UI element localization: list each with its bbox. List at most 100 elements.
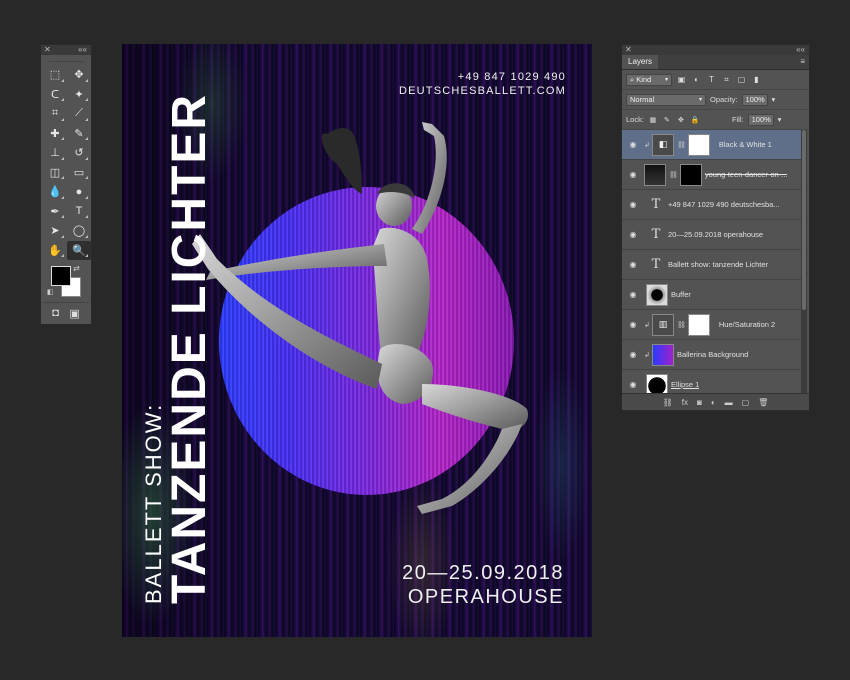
eye-icon[interactable]: ◉ [622, 290, 644, 299]
magic-wand-tool-icon[interactable]: ✦ [67, 85, 91, 105]
layer-name: 20—25.09.2018 operahouse [668, 230, 764, 239]
layer-row[interactable]: ◉ ↲ ▥ ⛓ Hue/Saturation 2 [622, 310, 801, 340]
trash-icon[interactable]: 🗑 [758, 398, 768, 407]
layer-name: Ballerina Background [677, 350, 749, 359]
tab-layers[interactable]: Layers [622, 55, 659, 69]
layer-row[interactable]: ◉ ↲ Ballerina Background [622, 340, 801, 370]
pixel-filter-icon[interactable]: ▣ [676, 74, 687, 85]
smartobject-filter-icon[interactable]: ▢ [736, 74, 747, 85]
fill-value: 100% [751, 115, 771, 124]
type-tool-icon[interactable]: T [67, 202, 91, 222]
eyedropper-tool-icon[interactable]: ⟋ [67, 104, 91, 124]
link-layers-icon[interactable]: ⛓ [663, 398, 673, 407]
fill-input[interactable]: 100% [747, 113, 774, 126]
hand-tool-icon[interactable]: ✋ [43, 241, 67, 261]
eye-icon[interactable]: ◉ [622, 200, 644, 209]
swap-colors-icon[interactable]: ⇄ [73, 264, 80, 273]
eye-icon[interactable]: ◉ [622, 170, 644, 179]
clone-stamp-tool-icon[interactable]: ⊥ [43, 143, 67, 163]
gradient-tool-icon[interactable]: ▭ [67, 163, 91, 183]
opacity-label: Opacity: [710, 95, 738, 104]
layer-row[interactable]: ◉ ↲ ◧ ⛓ Black & White 1 [622, 130, 801, 160]
opacity-input[interactable]: 100% [741, 93, 768, 106]
scrollbar-thumb[interactable] [802, 130, 806, 310]
shape-filter-icon[interactable]: ⌗ [721, 74, 732, 85]
rect-marquee-tool-icon[interactable]: ⬚ [43, 65, 67, 85]
type-layer-icon: T [651, 197, 661, 212]
add-mask-icon[interactable]: ◙ [697, 398, 702, 407]
search-icon: ⌕ [630, 74, 635, 84]
eye-icon[interactable]: ◉ [622, 260, 644, 269]
foreground-color-swatch[interactable] [51, 266, 71, 286]
screen-mode-icon[interactable]: ▣ [69, 307, 79, 320]
layer-name: +49 847 1029 490 deutschesba... [668, 200, 780, 209]
eye-icon[interactable]: ◉ [622, 140, 644, 149]
blur-tool-icon[interactable]: 💧 [43, 182, 67, 202]
history-brush-tool-icon[interactable]: ↺ [67, 143, 91, 163]
layer-thumbnail [652, 343, 674, 366]
mask-thumbnail[interactable] [687, 313, 710, 336]
healing-tool-icon[interactable]: ✚ [43, 124, 67, 144]
tools-bottom-row: ◘ ▣ [43, 302, 89, 320]
blend-mode-value: Normal [630, 95, 655, 104]
pen-tool-icon[interactable]: ✒ [43, 202, 67, 222]
type-filter-icon[interactable]: T [706, 74, 717, 85]
layer-row[interactable]: ◉ Ellipse 1 [622, 370, 801, 394]
default-colors-icon[interactable]: ◧ [47, 288, 54, 296]
chevron-down-icon: ▾ [698, 97, 702, 103]
adjustment-filter-icon[interactable]: ◐ [691, 74, 702, 85]
layers-scrollbar[interactable] [801, 130, 807, 394]
layer-name: Ellipse 1 [671, 380, 700, 389]
tools-panel-titlebar: ✕ «« [41, 45, 91, 55]
layer-row[interactable]: ◉ T +49 847 1029 490 deutschesba... [622, 190, 801, 220]
mask-thumbnail[interactable] [679, 163, 702, 186]
zoom-tool-icon[interactable]: 🔍 [67, 240, 91, 260]
chevron-down-icon[interactable]: ▾ [772, 95, 776, 104]
layers-tab-bar: Layers ≡ [622, 55, 809, 70]
filter-toggle-icon[interactable]: ▮ [751, 74, 762, 85]
crop-tool-icon[interactable]: ⌗ [43, 104, 67, 124]
eye-icon[interactable]: ◉ [622, 380, 644, 389]
layer-row[interactable]: ◉ T 20—25.09.2018 operahouse [622, 220, 801, 250]
lock-all-icon[interactable]: 🔒 [690, 115, 700, 125]
layer-row[interactable]: ◉ Buffer [622, 280, 801, 310]
layer-thumbnail [644, 163, 666, 186]
eye-icon[interactable]: ◉ [622, 320, 644, 329]
link-icon[interactable]: ⛓ [677, 321, 686, 329]
collapse-icon[interactable]: «« [78, 45, 87, 55]
panel-grip[interactable] [49, 55, 83, 62]
brush-tool-icon[interactable]: ✎ [67, 124, 91, 144]
dodge-tool-icon[interactable]: ● [67, 182, 91, 202]
path-selection-tool-icon[interactable]: ➤ [43, 221, 67, 241]
eraser-tool-icon[interactable]: ◫ [43, 163, 67, 183]
eye-icon[interactable]: ◉ [622, 350, 644, 359]
layer-row[interactable]: ◉ ⛓ young-teen-dancer-on-... [622, 160, 801, 190]
lasso-tool-icon[interactable]: ᑕ [43, 85, 67, 105]
collapse-icon[interactable]: «« [796, 45, 805, 55]
ellipse-tool-icon[interactable]: ◯ [67, 221, 91, 241]
lock-transparent-icon[interactable]: ▦ [648, 115, 658, 125]
link-icon[interactable]: ⛓ [677, 141, 686, 149]
link-icon[interactable]: ⛓ [669, 171, 678, 179]
layer-row[interactable]: ◉ T Ballett show: tanzende Lichter [622, 250, 801, 280]
fx-icon[interactable]: fx [682, 398, 688, 407]
mask-thumbnail[interactable] [687, 133, 710, 156]
adjustment-layer-icon[interactable]: ◐ [711, 398, 716, 407]
document-canvas[interactable]: +49 847 1029 490 DEUTSCHESBALLETT.COM BA… [122, 44, 592, 637]
close-icon[interactable]: ✕ [625, 45, 632, 55]
group-folder-icon[interactable]: ▬ [725, 398, 733, 407]
website-url: DEUTSCHESBALLETT.COM [398, 85, 566, 97]
new-layer-icon[interactable]: ▢ [742, 398, 750, 407]
chevron-down-icon[interactable]: ▾ [778, 115, 782, 124]
panel-menu-icon[interactable]: ≡ [800, 55, 805, 69]
quick-mask-icon[interactable]: ◘ [52, 307, 59, 320]
close-icon[interactable]: ✕ [44, 45, 51, 55]
blend-mode-select[interactable]: Normal ▾ [626, 93, 706, 106]
adjustment-thumbnail: ◧ [652, 133, 674, 156]
lock-pixels-icon[interactable]: ✎ [662, 115, 672, 125]
lock-position-icon[interactable]: ✥ [676, 115, 686, 125]
eye-icon[interactable]: ◉ [622, 230, 644, 239]
move-tool-icon[interactable]: ✥ [67, 65, 91, 85]
filter-kind-select[interactable]: ⌕ Kind ▾ [626, 73, 672, 86]
layer-name: young-teen-dancer-on-... [704, 170, 788, 179]
